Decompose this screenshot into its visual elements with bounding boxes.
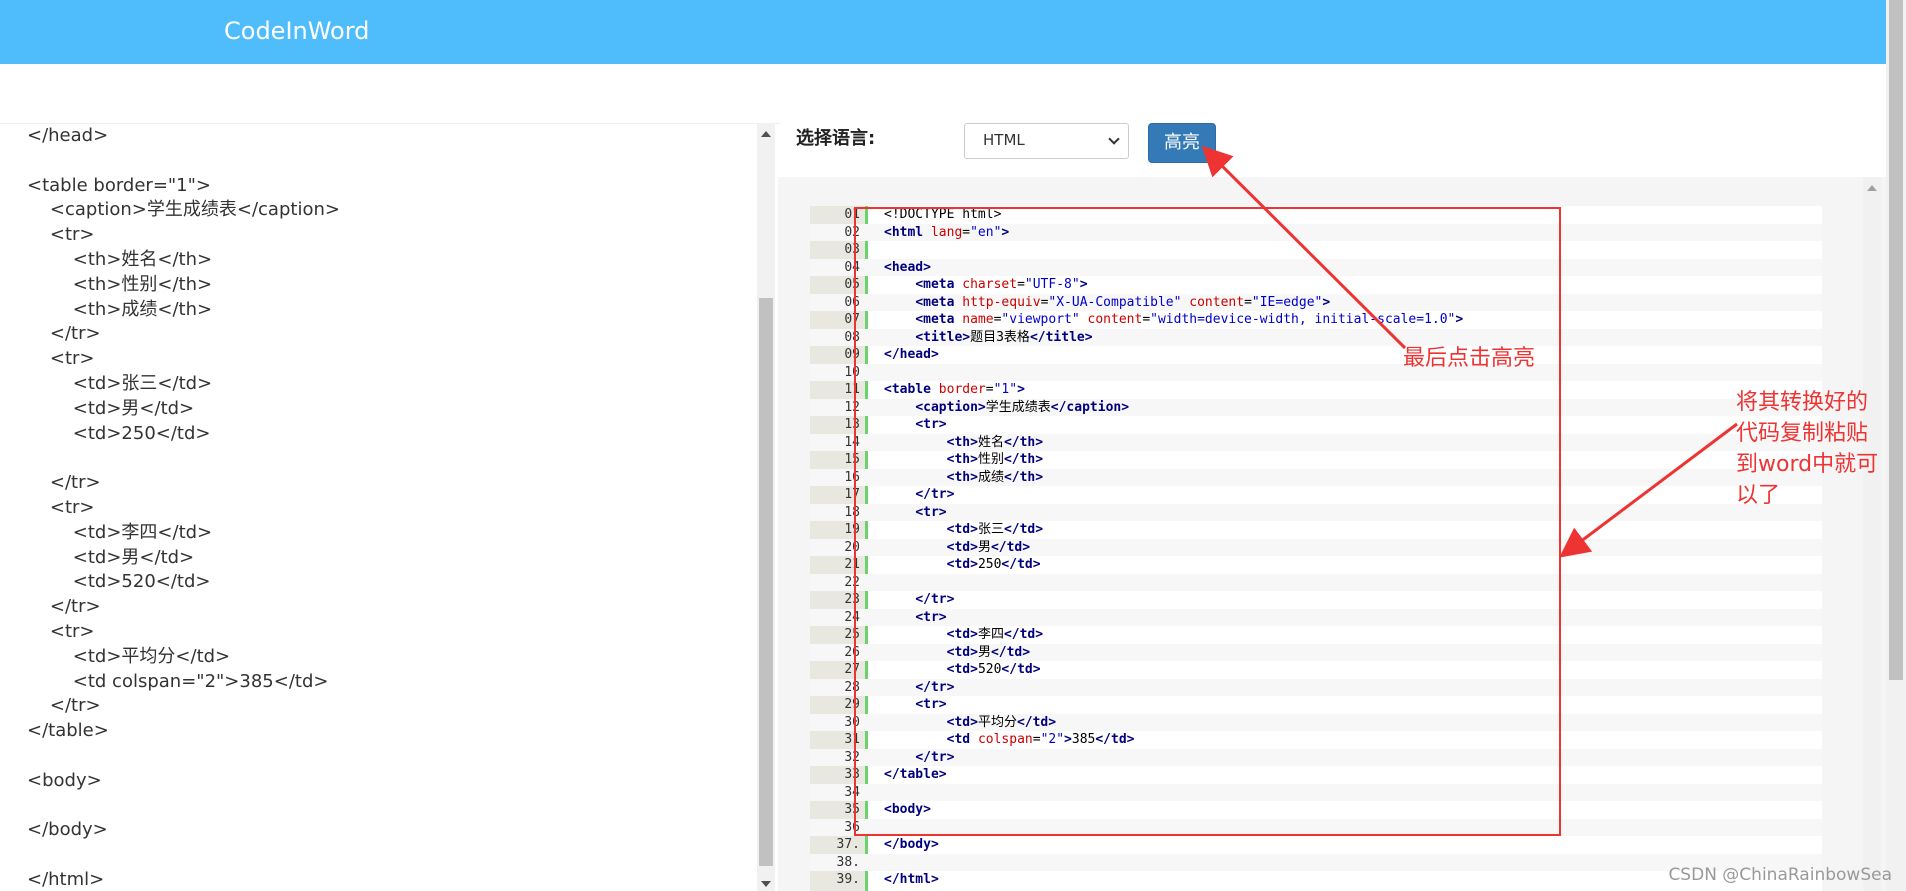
page-scrollbar[interactable] xyxy=(1886,0,1906,891)
annotation-copy-note-line: 将其转换好的 xyxy=(1736,390,1869,415)
annotation-copy-note-line: 代码复制粘贴 xyxy=(1736,421,1869,446)
annotation-copy-note: 将其转换好的 代码复制粘贴 到word中就可 以了 xyxy=(1736,387,1878,511)
annotation-copy-note-line: 以了 xyxy=(1736,483,1781,508)
annotation-copy-note-line: 到word中就可 xyxy=(1736,452,1879,477)
arrow-to-highlight-button xyxy=(1201,145,1407,350)
watermark: CSDN @ChinaRainbowSea xyxy=(1668,865,1892,885)
page-scrollbar-thumb[interactable] xyxy=(1889,0,1903,680)
annotation-arrows xyxy=(1201,145,1738,558)
annotation-click-highlight: 最后点击高亮 xyxy=(1403,346,1536,371)
arrow-to-code-block xyxy=(1559,422,1738,558)
